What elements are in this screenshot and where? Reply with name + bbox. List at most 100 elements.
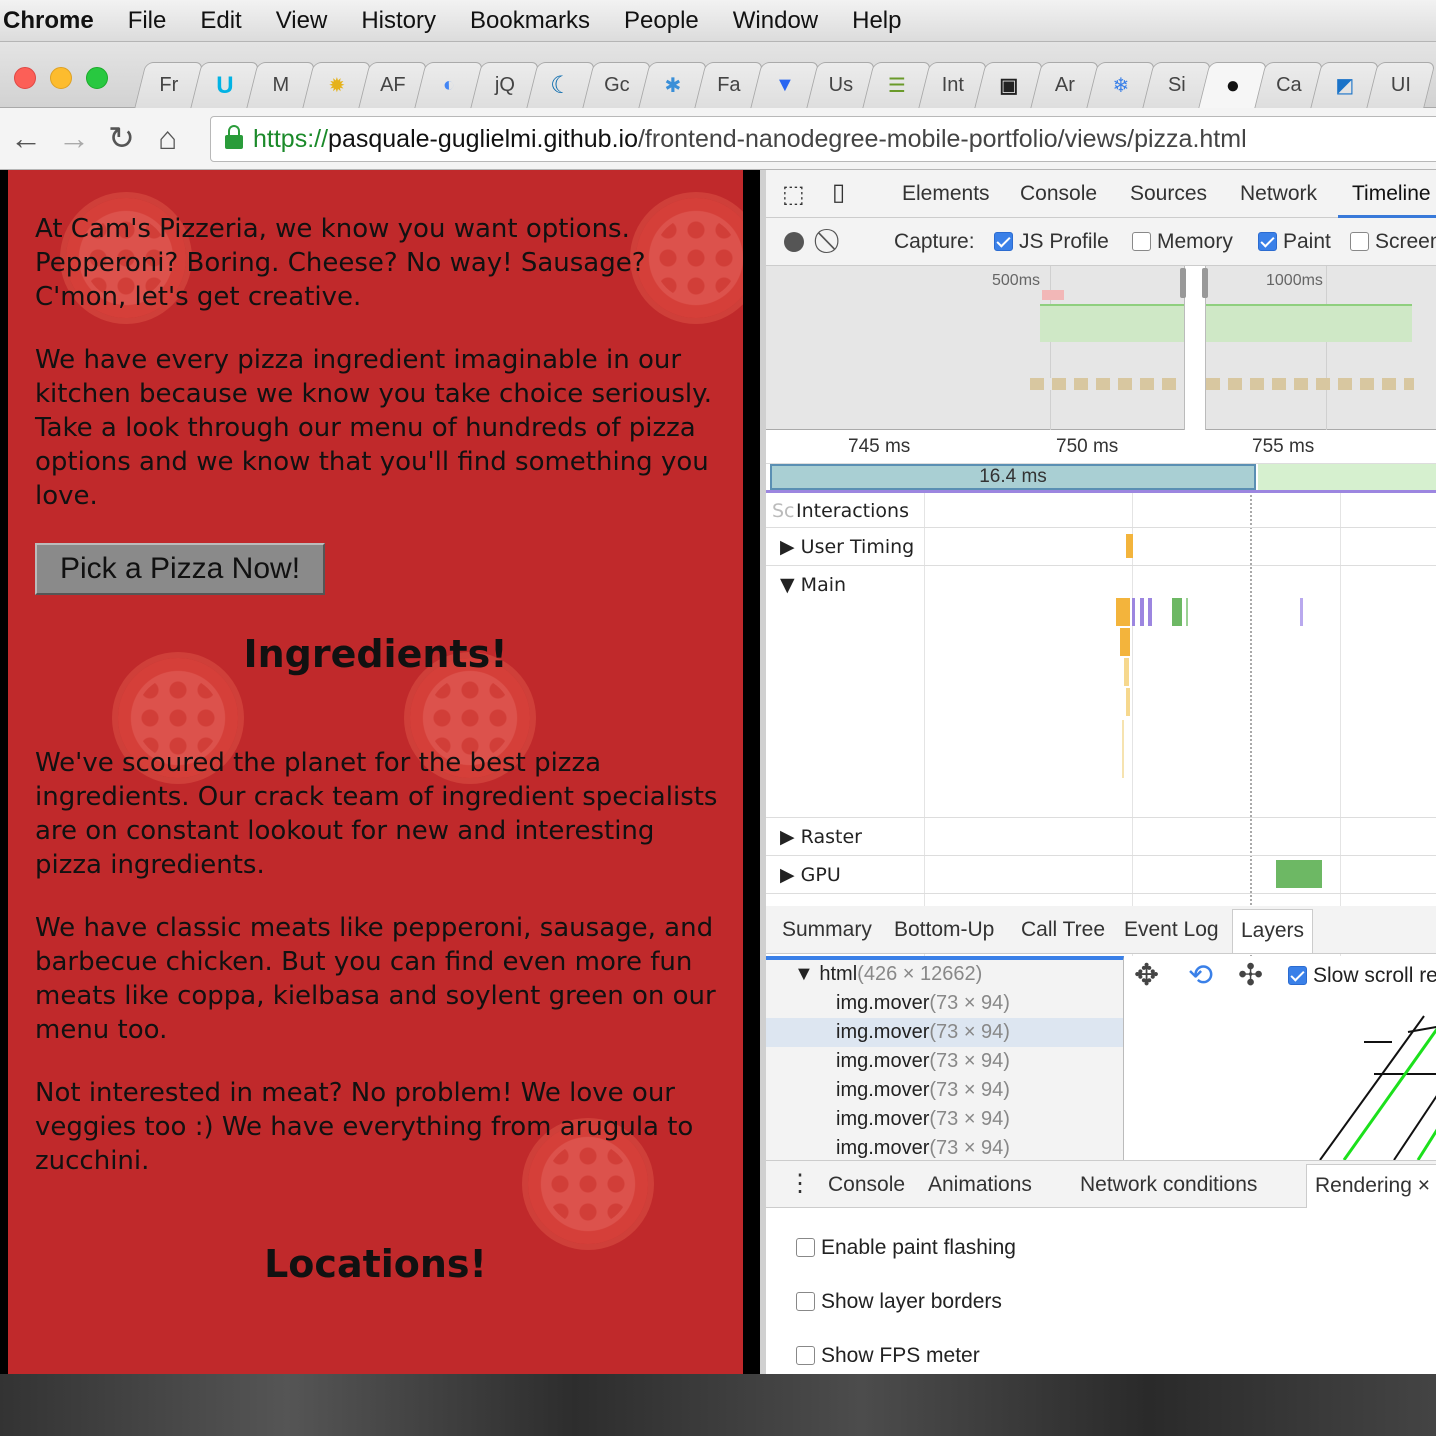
track-main[interactable]: ▼ Main [766,566,1436,818]
collapse-arrow-icon[interactable]: ▼ [780,574,795,596]
track-user-timing[interactable]: ▶ User Timing [766,528,1436,566]
expand-arrow-icon[interactable]: ▶ [780,864,795,886]
drawer-menu-icon[interactable]: ⋮ [788,1169,812,1198]
drawer-tab-network-conditions[interactable]: Network conditions [1080,1173,1257,1197]
layer-item[interactable]: img.mover(73 × 94) [766,1134,1123,1160]
address-bar[interactable]: https://pasquale-guglielmi.github.io/fro… [210,116,1436,162]
capture-paint[interactable]: Paint [1258,230,1331,254]
back-arrow-icon[interactable]: ← [10,120,42,156]
menu-bookmarks[interactable]: Bookmarks [453,7,607,35]
menu-people[interactable]: People [607,7,716,35]
capture-screenshots[interactable]: Screen [1350,230,1436,254]
fps-meter-option[interactable]: Show FPS meter [796,1344,980,1368]
reset-transform-icon[interactable]: ✣ [1238,958,1263,993]
track-interactions[interactable]: Sc Interactions [766,492,1436,528]
puzzle-icon: ✱ [664,75,682,97]
tab-layers[interactable]: Layers [1232,909,1314,953]
tab-sources[interactable]: Sources [1130,182,1207,206]
layer-3d-view[interactable]: ✥ ⟲ ✣ Slow scroll re [1124,956,1436,1160]
layer-item-selected[interactable]: img.mover(73 × 94) [766,1018,1123,1047]
ingredients-heading: Ingredients! [243,632,508,676]
paint-flashing-option[interactable]: Enable paint flashing [796,1236,1016,1260]
timeline-toolbar: ⃠ Capture: JS Profile Memory Paint Scree… [766,218,1436,266]
menu-window[interactable]: Window [716,7,835,35]
layer-item[interactable]: img.mover(73 × 94) [766,1105,1123,1134]
rotate-mode-icon[interactable]: ⟲ [1188,958,1213,993]
slow-scroll-rects-toggle[interactable]: Slow scroll re [1288,964,1436,988]
capture-memory[interactable]: Memory [1132,230,1233,254]
checkbox-icon[interactable] [1288,966,1307,985]
scripting-event[interactable] [1124,658,1129,686]
tab-console[interactable]: Console [1020,182,1097,206]
minimize-window-button[interactable] [50,67,72,89]
layer-item[interactable]: img.mover(73 × 94) [766,1076,1123,1105]
track-raster[interactable]: ▶ Raster [766,818,1436,856]
scripting-event[interactable] [1116,598,1130,626]
rendering-event[interactable] [1300,598,1303,626]
checkbox-icon[interactable] [1350,232,1369,251]
tab-bottom-up[interactable]: Bottom-Up [894,918,994,942]
checkbox-icon[interactable] [796,1292,815,1311]
tab-summary[interactable]: Summary [782,918,872,942]
scripting-event[interactable] [1126,688,1130,716]
record-icon[interactable] [784,232,804,252]
browser-tab[interactable]: UI [1366,62,1436,108]
inspect-element-icon[interactable]: ⬚ [782,180,805,209]
layer-root[interactable]: ▼ html(426 × 12662) [766,960,1123,989]
frame-bar[interactable]: 16.4 ms [770,464,1256,490]
tab-network[interactable]: Network [1240,182,1317,206]
expand-arrow-icon[interactable]: ▶ [780,826,795,848]
rendering-event[interactable] [1148,598,1152,626]
close-icon[interactable]: × [1418,1174,1430,1197]
checkbox-icon[interactable] [796,1238,815,1257]
checkbox-icon[interactable] [994,232,1013,251]
veggies-paragraph: Not interested in meat? No problem! We l… [35,1078,694,1176]
rendering-event[interactable] [1140,598,1144,626]
drawer-tab-rendering[interactable]: Rendering × [1306,1164,1436,1208]
selection-handle-right[interactable] [1202,268,1208,298]
painting-event[interactable] [1186,598,1188,626]
drawer-tab-console[interactable]: Console [828,1173,905,1197]
expand-arrow-icon[interactable]: ▶ [780,536,795,558]
menu-view[interactable]: View [259,7,345,35]
scripting-event[interactable] [1120,628,1130,656]
fps-chart [1040,304,1412,342]
close-window-button[interactable] [14,67,36,89]
painting-event[interactable] [1172,598,1182,626]
gpu-event[interactable] [1276,860,1322,888]
checkbox-icon[interactable] [1132,232,1151,251]
checkbox-icon[interactable] [796,1346,815,1365]
drawer-tab-animations[interactable]: Animations [928,1173,1032,1197]
timeline-overview[interactable]: 500ms 1000ms [766,266,1436,430]
scripting-event[interactable] [1122,720,1124,778]
capture-js-profile[interactable]: JS Profile [994,230,1109,254]
rendering-event[interactable] [1132,598,1135,626]
checkbox-icon[interactable] [1258,232,1277,251]
reload-icon[interactable]: ↻ [108,120,135,156]
next-frame-bar[interactable] [1258,464,1436,490]
tab-event-log[interactable]: Event Log [1124,918,1219,942]
zoom-window-button[interactable] [86,67,108,89]
selection-handle-left[interactable] [1180,268,1186,298]
snowflake-icon: ❄ [1112,75,1130,97]
menu-app-chrome[interactable]: Chrome [0,7,111,35]
menu-history[interactable]: History [344,7,453,35]
layer-item[interactable]: img.mover(73 × 94) [766,1047,1123,1076]
home-icon[interactable]: ⌂ [158,120,177,156]
tab-elements[interactable]: Elements [902,182,990,206]
layer-item[interactable]: img.mover(73 × 94) [766,989,1123,1018]
tab-call-tree[interactable]: Call Tree [1021,918,1105,942]
forward-arrow-icon[interactable]: → [58,120,90,156]
menu-help[interactable]: Help [835,7,918,35]
user-timing-mark[interactable] [1126,534,1133,558]
device-mode-icon[interactable]: ▯ [832,178,845,207]
menu-file[interactable]: File [111,7,184,35]
pick-a-pizza-button[interactable]: Pick a Pizza Now! [35,543,325,595]
collapse-arrow-icon[interactable]: ▼ [794,963,814,985]
ruler-tick: 755 ms [1252,436,1315,457]
pan-mode-icon[interactable]: ✥ [1134,958,1159,993]
menu-edit[interactable]: Edit [183,7,258,35]
layer-borders-option[interactable]: Show layer borders [796,1290,1002,1314]
track-gpu[interactable]: ▶ GPU [766,856,1436,894]
tab-timeline[interactable]: Timeline [1338,182,1436,218]
